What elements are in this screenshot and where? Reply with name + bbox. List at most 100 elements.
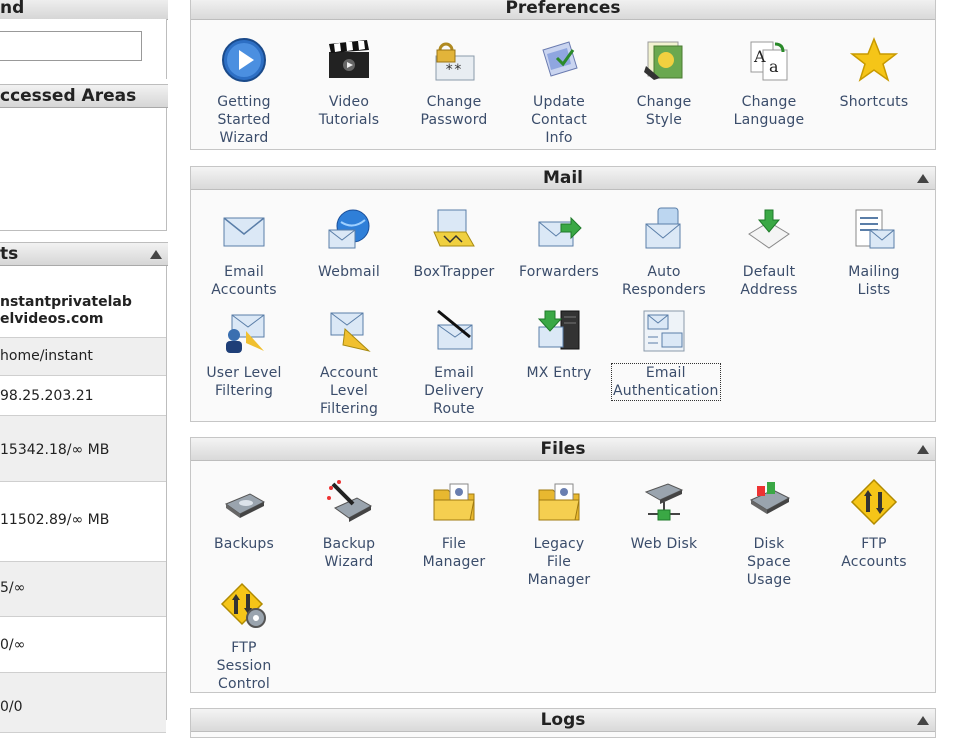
collapse-arrow-icon[interactable] [150,250,162,259]
backup-wizard-icon [327,480,373,522]
collapse-arrow-icon[interactable] [917,716,929,725]
disk-space-usage-label: Disk Space Usage [746,536,792,588]
forward-envelope-icon [538,216,582,247]
stat-bandwidth-value: 11502.89/∞ MB [0,512,110,528]
mailing-lists-label: Mailing Lists [848,264,900,298]
stat-b-value: 0/∞ [0,637,26,653]
email-accounts-label: Email Accounts [211,264,277,298]
star-icon [849,36,899,82]
ftp-accounts-link[interactable]: FTP Accounts [822,478,926,571]
disk-usage-icon [749,482,791,514]
stat-a-value: 5/∞ [0,580,26,596]
webmail-link[interactable]: Webmail [297,206,401,281]
stat-row-disk: 15342.18/∞ MB [0,416,166,482]
mx-entry-label: MX Entry [526,365,592,381]
change-language-link[interactable]: A a Change Language [717,36,821,129]
lock-password-icon: ** [435,42,475,81]
logs-header[interactable]: Logs [191,709,935,732]
backups-link[interactable]: Backups [192,478,296,553]
globe-envelope-icon [328,209,370,249]
update-contact-info-label: Update Contact Info [531,94,587,146]
svg-text:**: ** [445,62,462,78]
email-delivery-route-link[interactable]: Email Delivery Route [402,307,506,418]
backup-wizard-link[interactable]: Backup Wizard [297,478,401,571]
auto-responders-link[interactable]: Auto Responders [612,206,716,299]
ftp-icon [850,478,898,526]
preferences-header[interactable]: Preferences [191,0,935,20]
default-address-link[interactable]: Default Address [717,206,821,299]
mail-title: Mail [542,168,584,188]
getting-started-wizard-link[interactable]: Getting Started Wizard [192,36,296,147]
change-password-link[interactable]: ** Change Password [402,36,506,129]
files-header[interactable]: Files [191,438,935,461]
collapse-arrow-icon[interactable] [917,174,929,183]
web-disk-link[interactable]: Web Disk [612,478,716,553]
forwarders-link[interactable]: Forwarders [507,206,611,281]
stat-ip-value: 98.25.203.21 [0,388,94,404]
preferences-section: Preferences Getting Started Wizard Video… [190,0,936,150]
style-icon [644,41,683,80]
mx-entry-link[interactable]: MX Entry [507,307,611,382]
stat-row-ip: 98.25.203.21 [0,376,166,416]
auto-responders-label: Auto Responders [622,264,706,298]
video-tutorials-link[interactable]: Video Tutorials [297,36,401,129]
boxtrapper-label: BoxTrapper [413,264,495,280]
account-level-filtering-link[interactable]: Account Level Filtering [297,307,401,418]
file-manager-link[interactable]: File Manager [402,478,506,571]
legacy-file-manager-label: Legacy File Manager [527,536,591,588]
stat-row-home: home/instant [0,338,166,376]
user-level-filtering-label: User Level Filtering [206,365,282,399]
find-input[interactable] [0,31,142,61]
recent-areas-header: ccessed Areas [0,84,168,108]
boxtrapper-icon [433,209,475,247]
mx-server-icon [537,310,580,350]
default-address-label: Default Address [740,264,798,298]
ftp-accounts-label: FTP Accounts [841,536,907,570]
file-manager-label: File Manager [422,536,486,570]
delivery-route-icon [437,309,473,350]
stat-row-b: 0/∞ [0,617,166,673]
change-password-label: Change Password [420,94,488,128]
find-header-label: nd [0,0,25,18]
collapse-arrow-icon[interactable] [917,445,929,454]
files-section: Files Backups Backup Wizard File Manager… [190,437,936,693]
legacy-file-manager-link[interactable]: Legacy File Manager [507,478,611,589]
play-icon [222,38,266,82]
email-authentication-link[interactable]: Email Authentication [611,307,721,401]
forwarders-label: Forwarders [519,264,599,280]
svg-text:A: A [753,47,766,66]
boxtrapper-link[interactable]: BoxTrapper [402,206,506,281]
language-icon: A a [750,41,788,81]
contact-info-icon [542,41,578,77]
find-header: nd [0,0,168,20]
stat-row-bandwidth: 11502.89/∞ MB [0,482,166,562]
mail-header[interactable]: Mail [191,167,935,190]
user-level-filtering-link[interactable]: User Level Filtering [192,307,296,400]
ftp-session-control-label: FTP Session Control [216,640,272,692]
stat-domain-line1: nstantprivatelab [0,294,132,310]
webmail-label: Webmail [318,264,380,280]
ftp-session-control-link[interactable]: FTP Session Control [192,582,296,693]
legacy-folder-icon [538,483,580,521]
files-title: Files [540,439,586,459]
envelope-icon [223,217,265,247]
stats-header[interactable]: ts [0,242,168,266]
mailing-lists-link[interactable]: Mailing Lists [822,206,926,299]
find-panel [0,19,167,79]
email-delivery-route-label: Email Delivery Route [424,365,484,417]
default-address-icon [748,209,790,249]
update-contact-info-link[interactable]: Update Contact Info [507,36,611,147]
logs-title: Logs [540,710,586,730]
stat-home-value: home/instant [0,348,93,364]
stats-panel: nstantprivatelab elvideos.com home/insta… [0,266,167,733]
stats-header-label: ts [0,244,19,264]
shortcuts-link[interactable]: Shortcuts [822,36,926,111]
clapperboard-icon [329,40,369,78]
getting-started-wizard-label: Getting Started Wizard [217,94,271,146]
email-auth-icon [643,310,685,352]
account-filter-icon [330,312,371,352]
email-accounts-link[interactable]: Email Accounts [192,206,296,299]
svg-text:a: a [769,57,779,76]
change-style-link[interactable]: Change Style [612,36,716,129]
disk-space-usage-link[interactable]: Disk Space Usage [717,478,821,589]
